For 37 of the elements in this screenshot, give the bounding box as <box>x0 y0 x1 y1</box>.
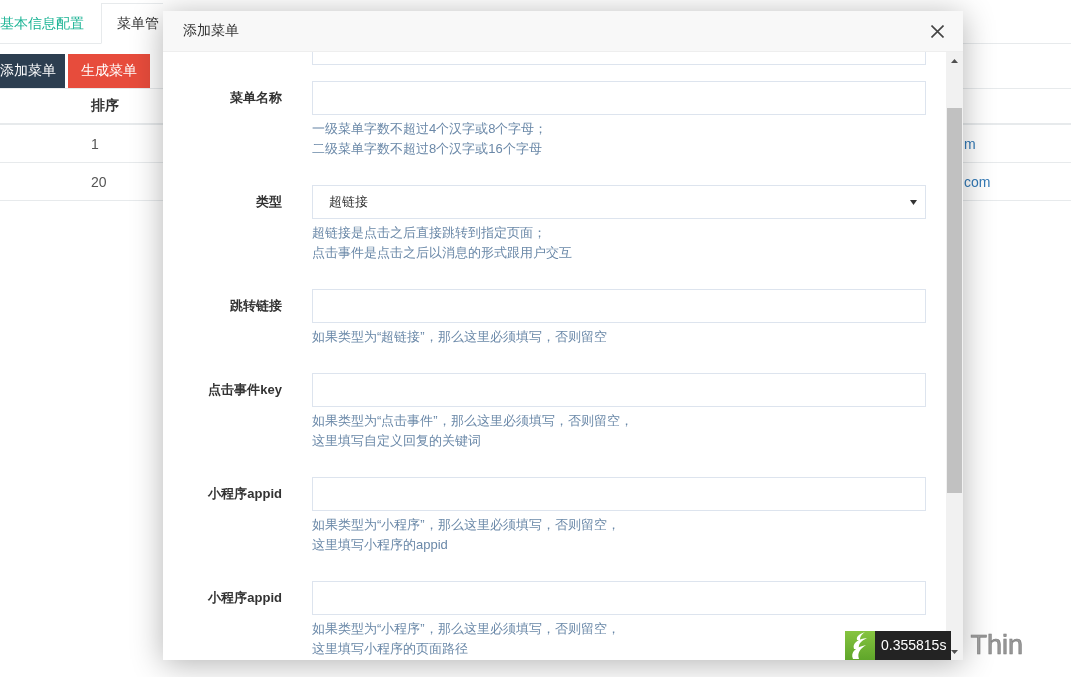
scroll-down-icon[interactable] <box>951 649 958 654</box>
dialog-title: 添加菜单 <box>183 22 239 40</box>
table-cell: m <box>964 135 976 152</box>
field-label: 菜单名称 <box>230 89 282 107</box>
generate-menu-button[interactable]: 生成菜单 <box>68 54 150 88</box>
scrollbar-track[interactable] <box>946 52 963 660</box>
table-cell: 20 <box>91 173 107 190</box>
field-label: 点击事件key <box>208 381 282 399</box>
table-cell: com <box>964 173 991 190</box>
table-cell: 1 <box>91 135 99 152</box>
field-label: 小程序appid <box>208 589 282 607</box>
help-text: 一级菜单字数不超过4个汉字或8个字母； 二级菜单字数不超过8个汉字或16个字母 <box>312 120 548 158</box>
help-text: 如果类型为“点击事件”，那么这里必须填写，否则留空， 这里填写自定义回复的关键词 <box>312 412 633 450</box>
help-text: 如果类型为“小程序”，那么这里必须填写，否则留空， 这里填写小程序的appid <box>312 516 620 554</box>
help-text: 如果类型为“小程序”，那么这里必须填写，否则留空， 这里填写小程序的页面路径 <box>312 620 620 658</box>
help-text: 如果类型为“超链接”，那么这里必须填写，否则留空 <box>312 328 607 346</box>
load-time-badge[interactable]: 0.355815s <box>875 631 952 660</box>
input-field[interactable] <box>312 477 926 511</box>
input-field[interactable] <box>312 581 926 615</box>
input-field[interactable] <box>312 52 926 65</box>
input-field[interactable] <box>312 81 926 115</box>
input-field[interactable] <box>312 373 926 407</box>
add-menu-button[interactable]: 添加菜单 <box>0 54 65 88</box>
select-field[interactable]: 超链接 <box>312 185 926 219</box>
scroll-up-icon[interactable] <box>951 58 958 63</box>
close-icon[interactable] <box>931 24 944 38</box>
scrollbar-thumb[interactable] <box>947 108 962 493</box>
field-label: 类型 <box>256 193 282 211</box>
brand-text: Thin <box>970 631 1023 660</box>
table-header-cell: 排序 <box>91 97 119 115</box>
help-text: 超链接是点击之后直接跳转到指定页面； 点击事件是点击之后以消息的形式跟用户交互 <box>312 224 572 262</box>
tab[interactable]: 菜单管 <box>101 3 163 44</box>
caret-icon <box>910 199 917 205</box>
flame-logo-icon[interactable] <box>845 631 875 660</box>
input-field[interactable] <box>312 289 926 323</box>
field-label: 小程序appid <box>208 485 282 503</box>
field-label: 跳转链接 <box>230 297 282 315</box>
